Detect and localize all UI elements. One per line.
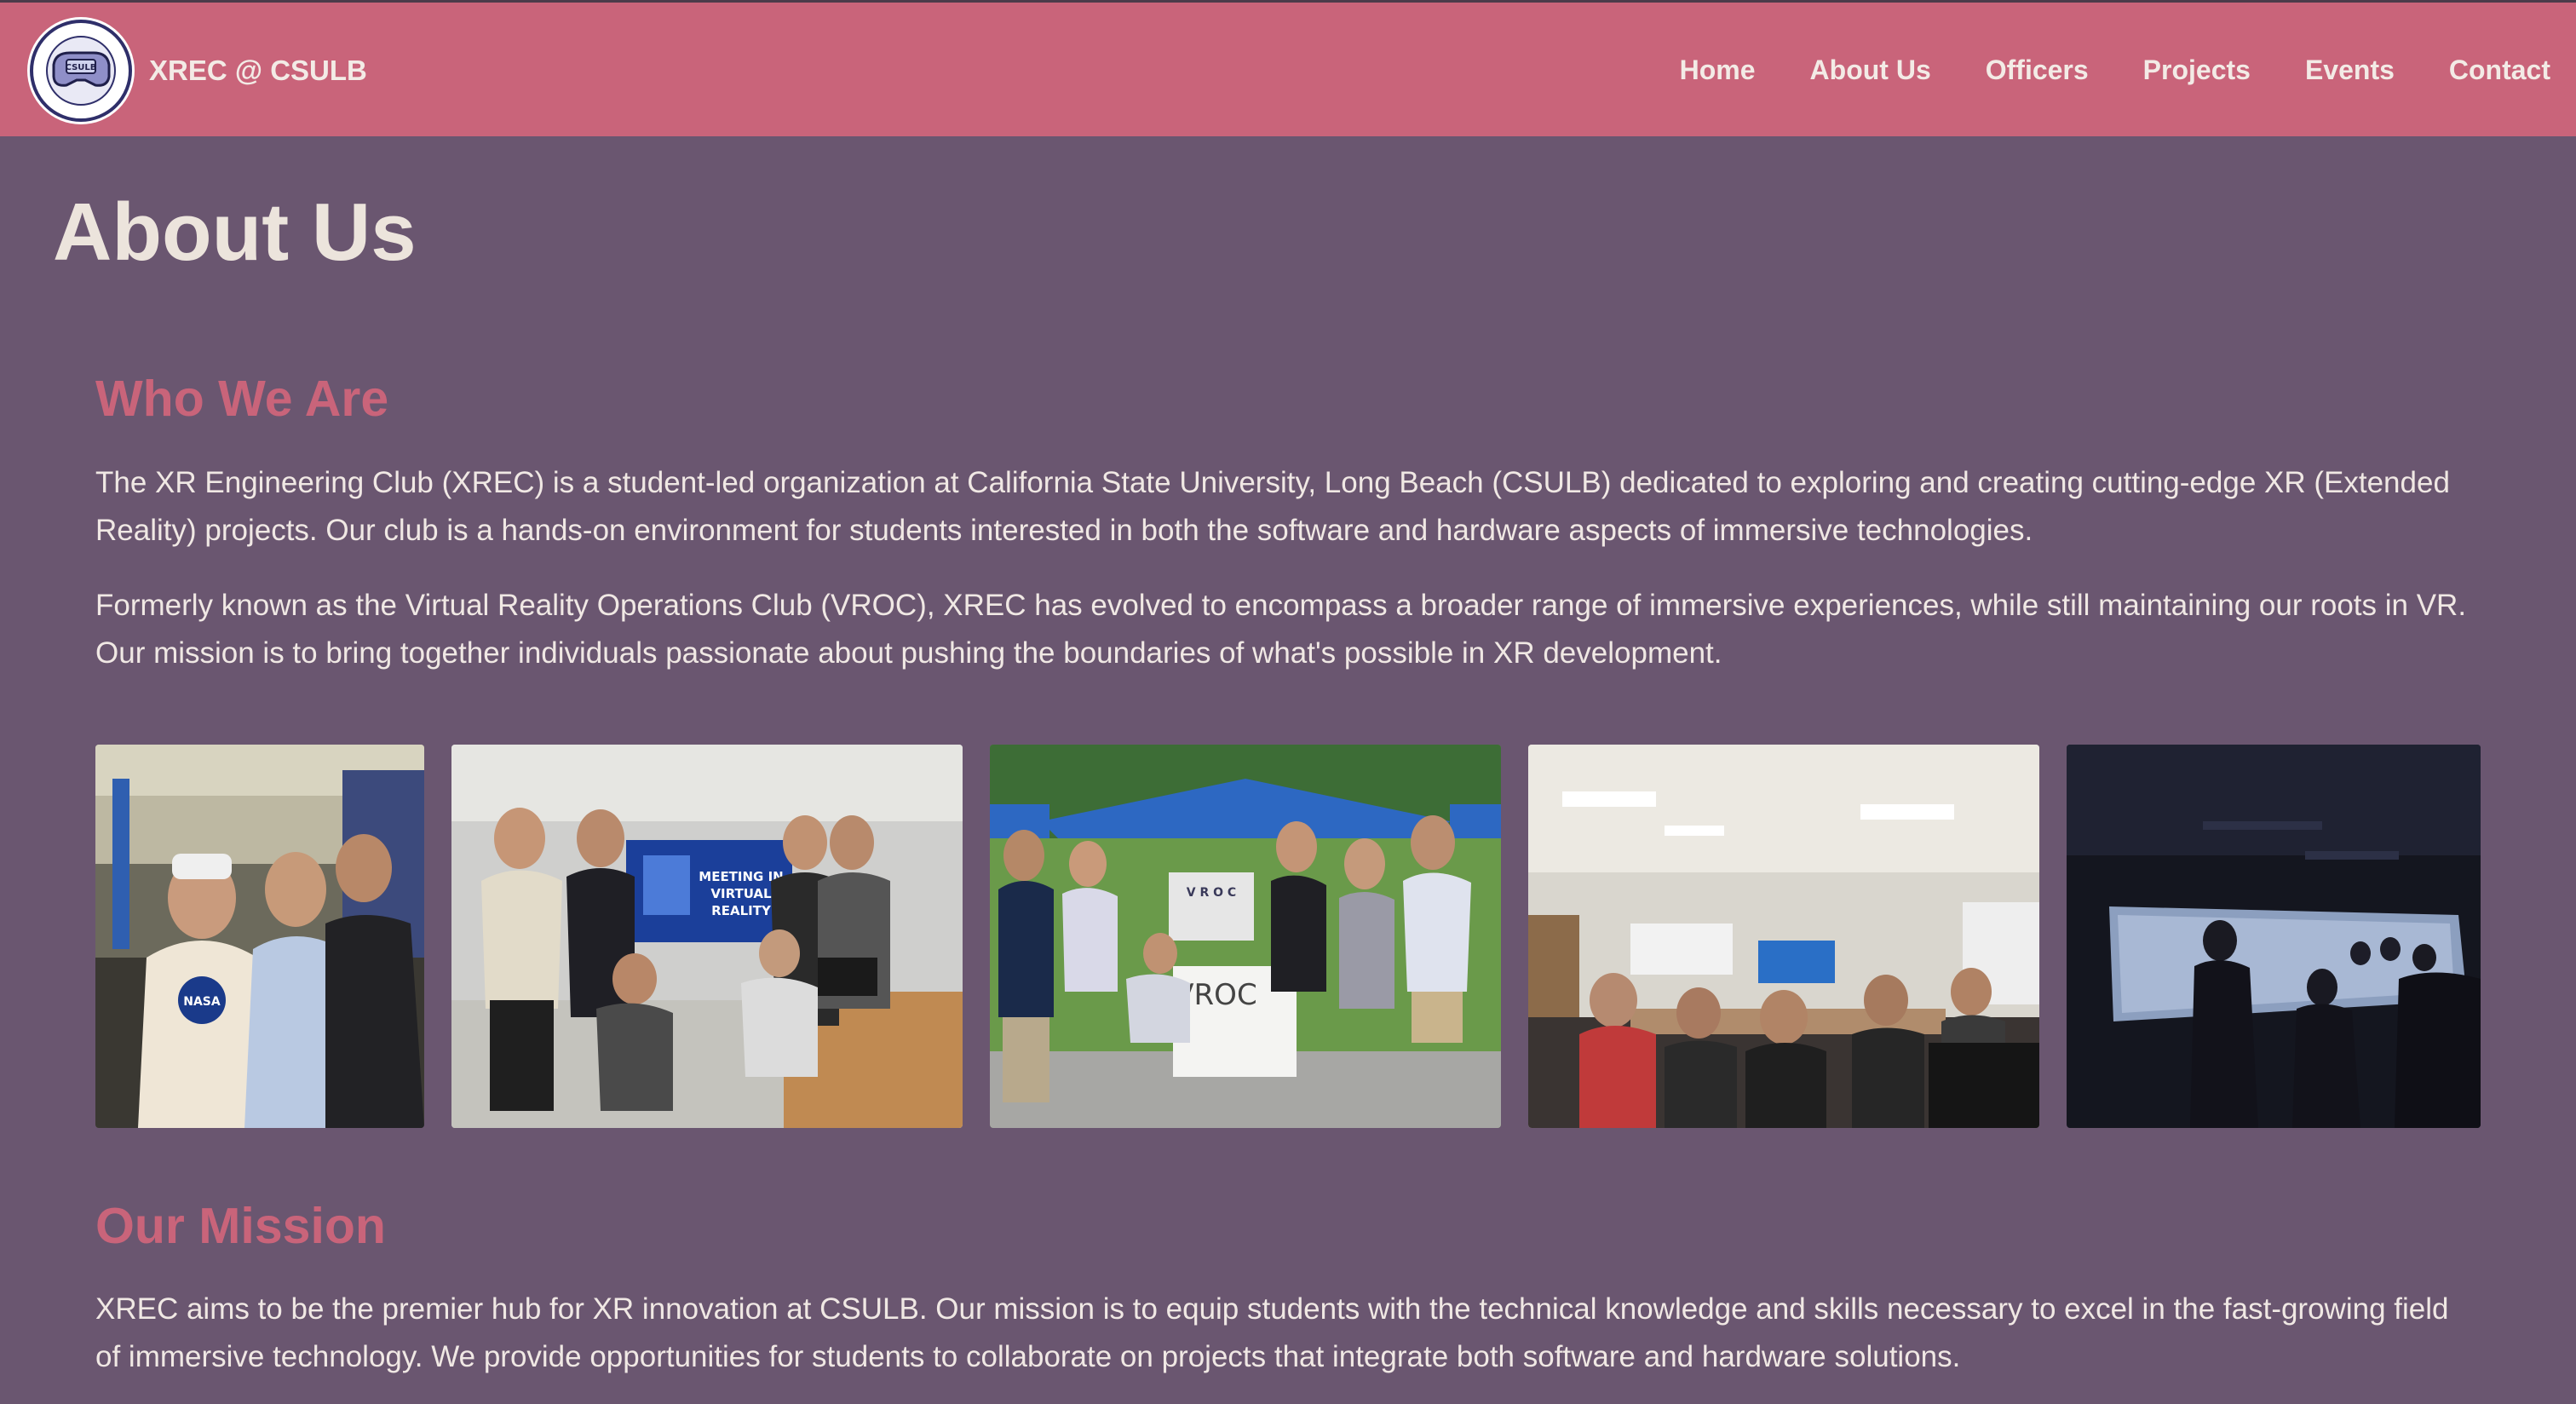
svg-text:V R O C: V R O C (1187, 886, 1236, 900)
who-we-are-paragraph-1: The XR Engineering Club (XREC) is a stud… (95, 466, 2450, 547)
nav-events[interactable]: Events (2305, 52, 2395, 88)
svg-text:NASA: NASA (183, 995, 221, 1009)
main-nav: Home About Us Officers Projects Events C… (1625, 52, 2550, 88)
brand-name[interactable]: XREC @ CSULB (149, 54, 367, 88)
nav-officers[interactable]: Officers (1986, 52, 2089, 88)
club-logo[interactable]: CSULB (26, 15, 136, 126)
svg-text:CSULB: CSULB (66, 63, 97, 72)
page-title: About Us (53, 187, 417, 278)
photo-classroom-meeting (1528, 745, 2039, 1128)
nav-contact[interactable]: Contact (2449, 52, 2550, 88)
nav-home[interactable]: Home (1680, 52, 1756, 88)
nav-projects[interactable]: Projects (2143, 52, 2251, 88)
navbar: CSULB XREC @ CSULB Home About Us Officer… (0, 0, 2576, 136)
who-we-are-heading: Who We Are (95, 371, 389, 427)
svg-text:REALITY: REALITY (711, 903, 772, 918)
photo-lab-students: NASA (95, 745, 424, 1128)
our-mission-paragraph: XREC aims to be the premier hub for XR i… (95, 1292, 2449, 1373)
photo-meeting-in-vr: MEETING IN VIRTUAL REALITY (451, 745, 963, 1128)
nav-about-us[interactable]: About Us (1810, 52, 1931, 88)
who-we-are-paragraph-2: Formerly known as the Virtual Reality Op… (95, 589, 2467, 670)
svg-text:VIRTUAL: VIRTUAL (710, 886, 772, 901)
photo-dark-projection-room (2067, 745, 2481, 1128)
photo-outdoor-booth: V R O C VROC (990, 745, 1501, 1128)
our-mission-heading: Our Mission (95, 1198, 386, 1254)
svg-text:MEETING IN: MEETING IN (699, 869, 783, 884)
